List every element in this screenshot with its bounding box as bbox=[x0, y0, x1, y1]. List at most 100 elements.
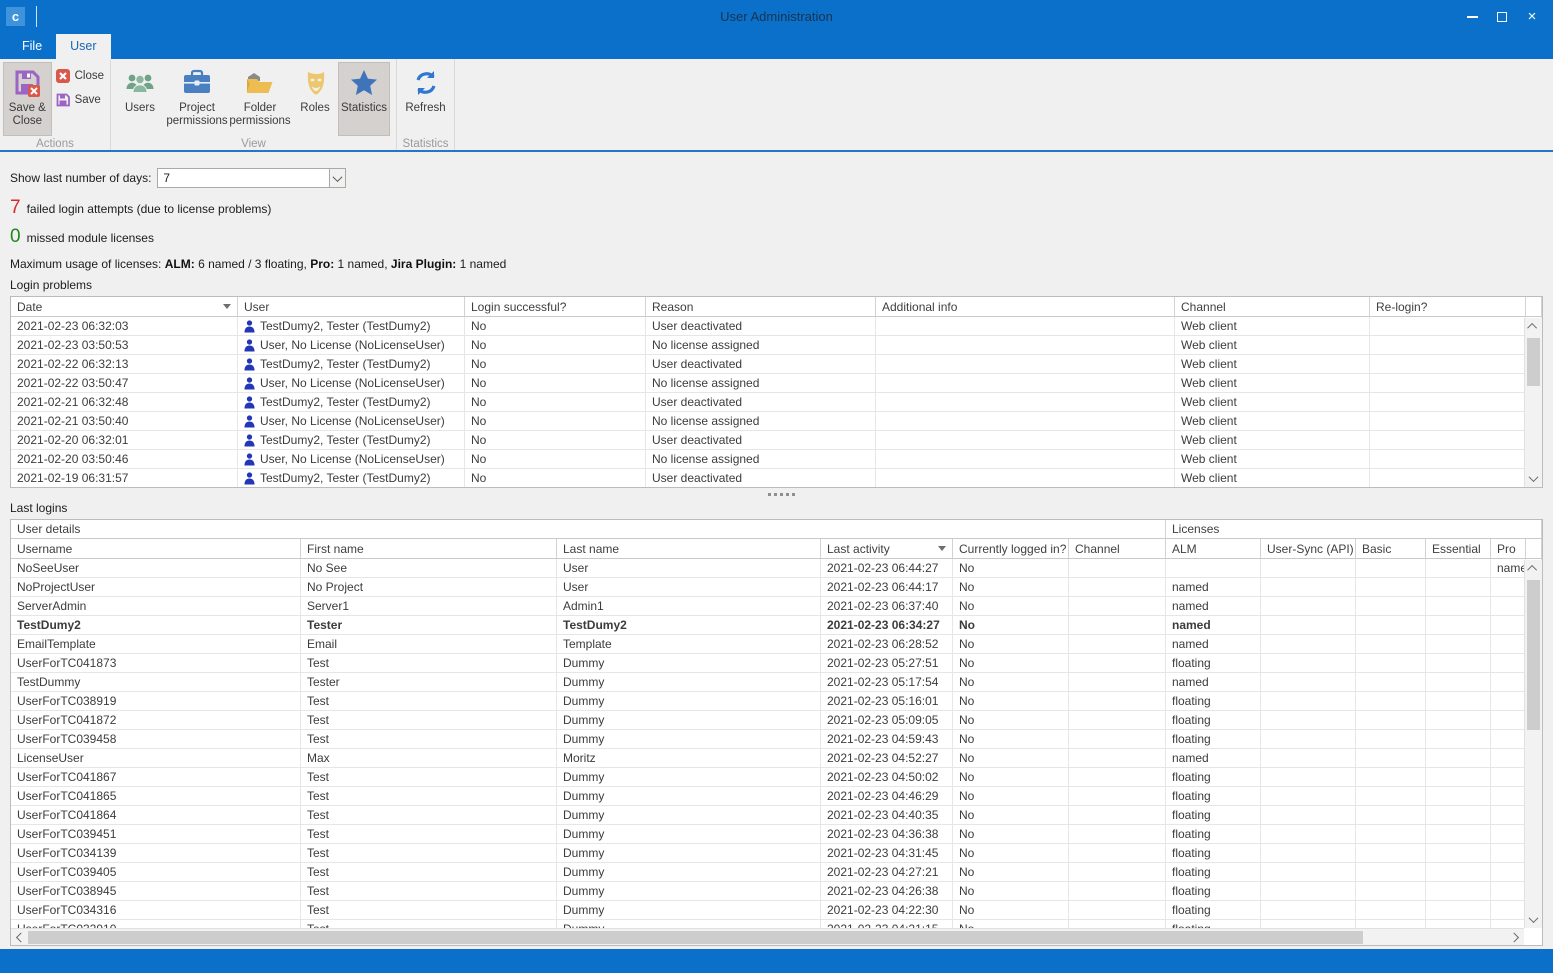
column-header-additional-info[interactable]: Additional info bbox=[876, 297, 1175, 317]
folder-permissions-button[interactable]: Folder permissions bbox=[228, 62, 292, 136]
column-header-login-successful[interactable]: Login successful? bbox=[465, 297, 646, 317]
user-icon bbox=[244, 434, 255, 447]
login-problem-row[interactable]: 2021-02-20 06:32:01 TestDumy2, Tester (T… bbox=[11, 431, 1542, 450]
column-header-username[interactable]: Username bbox=[11, 539, 301, 559]
column-header-user-sync-api[interactable]: User-Sync (API) bbox=[1261, 539, 1356, 559]
tab-user[interactable]: User bbox=[56, 34, 110, 59]
group-label-statistics: Statistics bbox=[397, 137, 454, 152]
last-login-row[interactable]: UserForTC041867 Test Dummy 2021-02-23 04… bbox=[11, 768, 1542, 787]
maximize-button[interactable] bbox=[1487, 4, 1517, 30]
last-login-row[interactable]: UserForTC041864 Test Dummy 2021-02-23 04… bbox=[11, 806, 1542, 825]
refresh-button[interactable]: Refresh bbox=[400, 62, 451, 136]
scroll-down-button[interactable] bbox=[1525, 470, 1542, 487]
login-problem-row[interactable]: 2021-02-22 03:50:47 User, No License (No… bbox=[11, 374, 1542, 393]
missed-license-text: missed module licenses bbox=[27, 231, 154, 245]
login-problem-row[interactable]: 2021-02-23 03:50:53 User, No License (No… bbox=[11, 336, 1542, 355]
column-header-user[interactable]: User bbox=[238, 297, 465, 317]
chevron-right-icon bbox=[1509, 933, 1519, 943]
scrollbar-thumb[interactable] bbox=[1527, 338, 1540, 386]
last-logins-title: Last logins bbox=[10, 501, 1553, 515]
column-header-last-activity[interactable]: Last activity bbox=[821, 539, 953, 559]
users-button[interactable]: Users bbox=[114, 62, 166, 136]
days-filter-value[interactable]: 7 bbox=[157, 168, 329, 188]
last-login-row[interactable]: UserForTC039405 Test Dummy 2021-02-23 04… bbox=[11, 863, 1542, 882]
refresh-icon bbox=[410, 67, 442, 99]
scroll-right-button[interactable] bbox=[1507, 929, 1524, 946]
ribbon-group-actions: Save & Close Close Save bbox=[0, 59, 111, 150]
tab-file[interactable]: File bbox=[8, 34, 56, 59]
last-login-row[interactable]: UserForTC034139 Test Dummy 2021-02-23 04… bbox=[11, 844, 1542, 863]
last-login-row[interactable]: UserForTC039458 Test Dummy 2021-02-23 04… bbox=[11, 730, 1542, 749]
last-login-row[interactable]: TestDumy2 Tester TestDumy2 2021-02-23 06… bbox=[11, 616, 1542, 635]
last-login-row[interactable]: UserForTC041865 Test Dummy 2021-02-23 04… bbox=[11, 787, 1542, 806]
column-header-basic[interactable]: Basic bbox=[1356, 539, 1426, 559]
login-problem-row[interactable]: 2021-02-21 06:32:48 TestDumy2, Tester (T… bbox=[11, 393, 1542, 412]
last-login-row[interactable]: UserForTC039451 Test Dummy 2021-02-23 04… bbox=[11, 825, 1542, 844]
scroll-left-button[interactable] bbox=[11, 929, 28, 946]
scrollbar-corner bbox=[1524, 928, 1542, 945]
login-problem-row[interactable]: 2021-02-21 03:50:40 User, No License (No… bbox=[11, 412, 1542, 431]
last-login-row[interactable]: UserForTC041873 Test Dummy 2021-02-23 05… bbox=[11, 654, 1542, 673]
column-header-reason[interactable]: Reason bbox=[646, 297, 876, 317]
save-and-close-button[interactable]: Save & Close bbox=[3, 62, 52, 136]
login-problems-title: Login problems bbox=[10, 278, 1553, 292]
column-header-date[interactable]: Date bbox=[11, 297, 238, 317]
column-header-channel[interactable]: Channel bbox=[1069, 539, 1166, 559]
close-button[interactable]: Close bbox=[53, 67, 108, 85]
last-login-row[interactable]: UserForTC034316 Test Dummy 2021-02-23 04… bbox=[11, 901, 1542, 920]
scroll-up-button[interactable] bbox=[1525, 318, 1542, 335]
column-header-relogin[interactable]: Re-login? bbox=[1370, 297, 1526, 317]
statistics-page: Show last number of days: 7 7 failed log… bbox=[0, 154, 1553, 949]
last-login-row[interactable]: LicenseUser Max Moritz 2021-02-23 04:52:… bbox=[11, 749, 1542, 768]
splitter-handle[interactable] bbox=[10, 488, 1553, 501]
column-header-first-name[interactable]: First name bbox=[301, 539, 557, 559]
window-title: User Administration bbox=[0, 9, 1553, 24]
login-problem-row[interactable]: 2021-02-19 06:31:57 TestDumy2, Tester (T… bbox=[11, 469, 1542, 488]
user-icon bbox=[244, 472, 255, 485]
column-header-pro[interactable]: Pro bbox=[1491, 539, 1526, 559]
minimize-button[interactable] bbox=[1457, 4, 1487, 30]
login-problem-row[interactable]: 2021-02-22 06:32:13 TestDumy2, Tester (T… bbox=[11, 355, 1542, 374]
days-filter-dropdown-button[interactable] bbox=[329, 168, 346, 188]
license-usage-line: Maximum usage of licenses: ALM: 6 named … bbox=[10, 257, 1553, 271]
folder-permissions-icon bbox=[244, 67, 276, 99]
sort-desc-icon bbox=[223, 304, 231, 309]
last-login-row[interactable]: ServerAdmin Server1 Admin1 2021-02-23 06… bbox=[11, 597, 1542, 616]
last-login-row[interactable]: NoSeeUser No See User 2021-02-23 06:44:2… bbox=[11, 559, 1542, 578]
last-login-row[interactable]: TestDummy Tester Dummy 2021-02-23 05:17:… bbox=[11, 673, 1542, 692]
close-window-button[interactable]: × bbox=[1517, 4, 1547, 30]
sort-desc-icon bbox=[938, 546, 946, 551]
chevron-up-icon bbox=[1527, 565, 1537, 575]
column-header-currently-logged-in[interactable]: Currently logged in? bbox=[953, 539, 1069, 559]
column-header-channel[interactable]: Channel bbox=[1175, 297, 1370, 317]
user-icon bbox=[244, 453, 255, 466]
statistics-button[interactable]: Statistics bbox=[338, 62, 390, 136]
days-filter-combobox[interactable]: 7 bbox=[157, 168, 346, 188]
save-close-icon bbox=[11, 67, 43, 99]
last-login-row[interactable]: NoProjectUser No Project User 2021-02-23… bbox=[11, 578, 1542, 597]
save-button[interactable]: Save bbox=[53, 91, 108, 109]
column-header-alm[interactable]: ALM bbox=[1166, 539, 1261, 559]
maximize-icon bbox=[1497, 12, 1507, 22]
login-problem-row[interactable]: 2021-02-20 03:50:46 User, No License (No… bbox=[11, 450, 1542, 469]
group-header-user-details: User details bbox=[11, 520, 1166, 539]
scroll-up-button[interactable] bbox=[1525, 560, 1542, 577]
column-header-last-name[interactable]: Last name bbox=[557, 539, 821, 559]
jira-plugin-label: Jira Plugin: bbox=[391, 257, 456, 271]
project-permissions-button[interactable]: Project permissions bbox=[168, 62, 226, 136]
scrollbar-thumb[interactable] bbox=[28, 931, 1363, 944]
last-logins-horizontal-scrollbar[interactable] bbox=[11, 928, 1524, 945]
roles-icon bbox=[299, 67, 331, 99]
last-login-row[interactable]: UserForTC041872 Test Dummy 2021-02-23 05… bbox=[11, 711, 1542, 730]
scrollbar-thumb[interactable] bbox=[1527, 580, 1540, 730]
last-login-row[interactable]: UserForTC038919 Test Dummy 2021-02-23 05… bbox=[11, 692, 1542, 711]
last-logins-vertical-scrollbar[interactable] bbox=[1524, 560, 1542, 928]
login-problem-row[interactable]: 2021-02-23 06:32:03 TestDumy2, Tester (T… bbox=[11, 317, 1542, 336]
last-login-row[interactable]: EmailTemplate Email Template 2021-02-23 … bbox=[11, 635, 1542, 654]
login-problems-table: Date User Login successful? Reason Addit… bbox=[10, 296, 1543, 488]
scroll-down-button[interactable] bbox=[1525, 911, 1542, 928]
login-problems-vertical-scrollbar[interactable] bbox=[1524, 318, 1542, 487]
last-login-row[interactable]: UserForTC038945 Test Dummy 2021-02-23 04… bbox=[11, 882, 1542, 901]
column-header-essential[interactable]: Essential bbox=[1426, 539, 1491, 559]
roles-button[interactable]: Roles bbox=[294, 62, 336, 136]
